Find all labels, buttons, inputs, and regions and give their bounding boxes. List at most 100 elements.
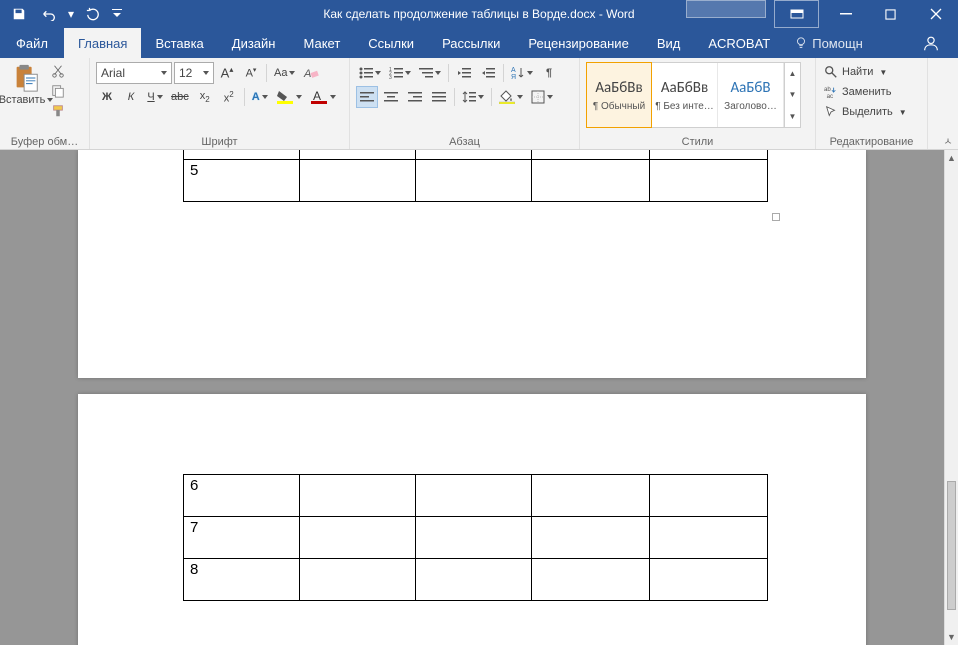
find-button[interactable]: Найти▼ [822, 62, 921, 82]
bold-button[interactable]: Ж [96, 86, 118, 108]
strikethrough-button[interactable]: abc [168, 86, 192, 108]
tab-file[interactable]: Файл [0, 28, 64, 58]
select-icon [824, 105, 838, 119]
styles-scroll-down[interactable]: ▼ [785, 84, 800, 105]
copy-button[interactable] [48, 82, 68, 100]
scroll-thumb[interactable] [947, 481, 956, 611]
increase-indent-button[interactable] [477, 62, 499, 84]
group-editing: Найти▼ abac Заменить Выделить▼ Редактиро… [816, 58, 928, 149]
undo-button[interactable] [36, 2, 62, 26]
table-row[interactable]: 7 [184, 517, 768, 559]
borders-button[interactable] [528, 86, 556, 108]
line-spacing-button[interactable] [459, 86, 487, 108]
tell-me-search[interactable]: Помощн [784, 28, 873, 58]
close-button[interactable] [913, 0, 958, 28]
style-heading1[interactable]: АаБбВ Заголово… [718, 63, 784, 127]
redo-icon [86, 7, 100, 21]
tab-review[interactable]: Рецензирование [514, 28, 642, 58]
change-case-button[interactable]: Aa [271, 62, 298, 84]
table-2[interactable]: 6 7 8 [183, 474, 768, 601]
cut-button[interactable] [48, 62, 68, 80]
align-center-button[interactable] [380, 86, 402, 108]
chevron-down-icon [112, 9, 122, 19]
justify-icon [432, 91, 446, 103]
paste-label: Вставить [0, 94, 53, 106]
save-button[interactable] [6, 2, 32, 26]
font-size-combo[interactable]: 12 [174, 62, 214, 84]
scroll-down-button[interactable]: ▼ [945, 629, 958, 645]
styles-scroll-up[interactable]: ▲ [785, 63, 800, 84]
scroll-up-button[interactable]: ▲ [945, 150, 958, 166]
collapse-ribbon-button[interactable]: ㅅ [940, 133, 956, 147]
title-bar: ▾ Как сделать продолжение таблицы в Ворд… [0, 0, 958, 28]
align-right-button[interactable] [404, 86, 426, 108]
tab-insert[interactable]: Вставка [141, 28, 217, 58]
justify-button[interactable] [428, 86, 450, 108]
style-no-spacing[interactable]: АаБбВв ¶ Без инте… [652, 63, 718, 127]
align-right-icon [408, 91, 422, 103]
sort-button[interactable]: AЯ [508, 62, 536, 84]
font-color-button[interactable]: A [307, 86, 339, 108]
find-icon [824, 65, 838, 79]
tab-view[interactable]: Вид [643, 28, 695, 58]
save-icon [12, 7, 26, 21]
style-normal[interactable]: АаБбВв ¶ Обычный [586, 62, 652, 128]
grow-font-button[interactable]: A▴ [216, 62, 238, 84]
group-font: Arial 12 A▴ A▾ Aa A Ж К Ч abc x2 x2 A A [90, 58, 350, 149]
format-painter-button[interactable] [48, 102, 68, 120]
maximize-button[interactable] [868, 0, 913, 28]
scroll-track[interactable] [945, 166, 958, 629]
qat-customize[interactable] [110, 2, 124, 26]
multilevel-icon [419, 67, 433, 79]
replace-button[interactable]: abac Заменить [822, 82, 921, 102]
show-marks-button[interactable]: ¶ [538, 62, 560, 84]
numbering-button[interactable]: 123 [386, 62, 414, 84]
minimize-button[interactable] [823, 0, 868, 28]
page-2[interactable]: 6 7 8 [78, 394, 866, 645]
multilevel-list-button[interactable] [416, 62, 444, 84]
font-name-combo[interactable]: Arial [96, 62, 172, 84]
underline-button[interactable]: Ч [144, 86, 166, 108]
table-row[interactable]: 6 [184, 475, 768, 517]
share-icon [922, 34, 940, 52]
shrink-font-button[interactable]: A▾ [240, 62, 262, 84]
tab-references[interactable]: Ссылки [354, 28, 428, 58]
subscript-button[interactable]: x2 [194, 86, 216, 108]
clear-formatting-button[interactable]: A [300, 62, 322, 84]
svg-text:A: A [511, 67, 516, 74]
page-1[interactable]: 5 [78, 150, 866, 378]
redo-button[interactable] [80, 2, 106, 26]
decrease-indent-button[interactable] [453, 62, 475, 84]
table-row[interactable]: 5 [184, 160, 768, 202]
undo-dropdown[interactable]: ▾ [66, 2, 76, 26]
bullets-button[interactable] [356, 62, 384, 84]
table-1[interactable]: 5 [183, 150, 768, 202]
tab-mailings[interactable]: Рассылки [428, 28, 514, 58]
indent-icon [481, 67, 495, 79]
select-button[interactable]: Выделить▼ [822, 102, 921, 122]
clear-format-icon: A [303, 66, 319, 80]
highlight-button[interactable] [273, 86, 305, 108]
tab-layout[interactable]: Макет [289, 28, 354, 58]
superscript-button[interactable]: x2 [218, 86, 240, 108]
ribbon-display-options[interactable] [774, 0, 819, 28]
document-area[interactable]: 5 6 7 8 [0, 150, 944, 645]
align-left-button[interactable] [356, 86, 378, 108]
paragraph-group-label: Абзац [354, 135, 575, 149]
lightbulb-icon [794, 36, 808, 50]
outdent-icon [457, 67, 471, 79]
tab-design[interactable]: Дизайн [218, 28, 290, 58]
table-end-marker[interactable] [772, 213, 780, 221]
table-row[interactable]: 8 [184, 559, 768, 601]
table-row[interactable] [184, 150, 768, 160]
shading-button[interactable] [496, 86, 526, 108]
italic-button[interactable]: К [120, 86, 142, 108]
tab-home[interactable]: Главная [64, 28, 141, 58]
styles-more[interactable]: ▼ [785, 106, 800, 127]
share-button[interactable] [904, 28, 958, 58]
account-login[interactable] [686, 0, 766, 18]
text-effects-button[interactable]: A [249, 86, 271, 108]
format-painter-icon [51, 104, 65, 118]
tab-acrobat[interactable]: ACROBAT [694, 28, 784, 58]
paste-button[interactable]: Вставить [4, 60, 48, 120]
